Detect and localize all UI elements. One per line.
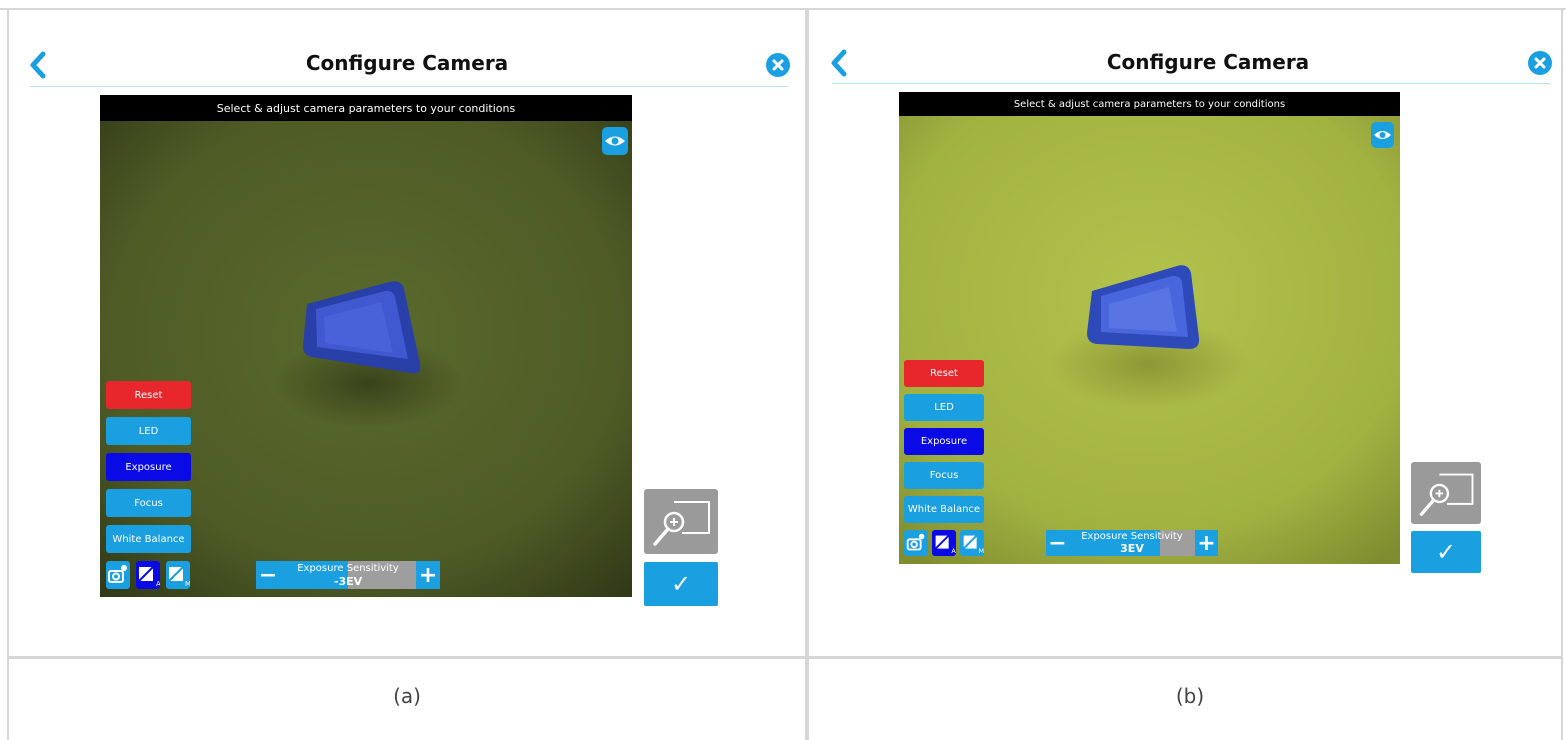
camera-settings-button[interactable] bbox=[106, 561, 130, 589]
preview-toggle-button[interactable] bbox=[1371, 122, 1394, 148]
manual-exposure-icon: M bbox=[168, 566, 191, 588]
camera-viewport: Select & adjust camera parameters to you… bbox=[899, 92, 1400, 564]
close-icon bbox=[1534, 57, 1546, 69]
camera-settings-icon bbox=[108, 565, 127, 583]
reset-button[interactable]: Reset bbox=[106, 381, 191, 409]
eye-icon bbox=[605, 136, 625, 146]
caption-a: (a) bbox=[393, 684, 421, 708]
decrease-exposure-button[interactable]: − bbox=[256, 561, 280, 589]
exposure-sensitivity-control: − Exposure Sensitivity -3EV + bbox=[256, 561, 440, 589]
white-balance-button[interactable]: White Balance bbox=[904, 496, 984, 523]
exposure-button[interactable]: Exposure bbox=[106, 453, 191, 481]
zoom-button[interactable] bbox=[644, 489, 718, 554]
page-title: Configure Camera bbox=[305, 51, 509, 75]
close-button[interactable] bbox=[1528, 51, 1552, 75]
camera-settings-icon bbox=[906, 533, 925, 551]
focus-button[interactable]: Focus bbox=[106, 489, 191, 517]
focus-button[interactable]: Focus bbox=[904, 462, 984, 489]
svg-text:M: M bbox=[979, 547, 985, 555]
panel-b: Configure Camera Select & adjust camera … bbox=[810, 10, 1566, 656]
preview-toggle-button[interactable] bbox=[602, 127, 628, 155]
exposure-sensitivity-control: − Exposure Sensitivity 3EV + bbox=[1046, 530, 1220, 556]
zoom-in-icon bbox=[653, 501, 710, 546]
page-title: Configure Camera bbox=[1106, 50, 1310, 74]
auto-exposure-icon: A bbox=[934, 534, 956, 555]
header-divider bbox=[30, 86, 788, 87]
camera-viewport: Select & adjust camera parameters to you… bbox=[100, 95, 632, 597]
svg-text:M: M bbox=[185, 580, 190, 588]
zoom-button[interactable] bbox=[1411, 462, 1481, 524]
exposure-sensitivity-label: Exposure Sensitivity bbox=[1081, 531, 1183, 542]
confirm-button[interactable]: ✓ bbox=[644, 562, 718, 606]
close-button[interactable] bbox=[766, 53, 790, 77]
exposure-sensitivity-slider[interactable]: Exposure Sensitivity -3EV bbox=[280, 561, 416, 589]
panel-a: Configure Camera Select & adjust camera … bbox=[9, 10, 805, 656]
frame-caption-divider bbox=[7, 656, 1563, 659]
close-icon bbox=[772, 59, 784, 71]
zoom-in-icon bbox=[1419, 473, 1474, 516]
frame-center-divider bbox=[805, 8, 809, 740]
svg-text:A: A bbox=[951, 547, 956, 555]
auto-exposure-button[interactable]: A bbox=[932, 530, 956, 556]
white-balance-button[interactable]: White Balance bbox=[106, 525, 191, 553]
manual-exposure-icon: M bbox=[962, 534, 985, 555]
manual-exposure-button[interactable]: M bbox=[166, 561, 191, 589]
exposure-sensitivity-value: 3EV bbox=[1120, 542, 1144, 555]
exposure-sensitivity-value: -3EV bbox=[333, 575, 363, 588]
auto-exposure-icon: A bbox=[138, 566, 161, 588]
caption-b: (b) bbox=[1175, 684, 1205, 708]
increase-exposure-button[interactable]: + bbox=[1195, 530, 1218, 556]
led-button[interactable]: LED bbox=[904, 394, 984, 421]
decrease-exposure-button[interactable]: − bbox=[1046, 530, 1069, 556]
camera-banner: Select & adjust camera parameters to you… bbox=[100, 95, 632, 121]
exposure-button[interactable]: Exposure bbox=[904, 428, 984, 455]
exposure-sensitivity-label: Exposure Sensitivity bbox=[297, 563, 399, 574]
led-button[interactable]: LED bbox=[106, 417, 191, 445]
svg-text:A: A bbox=[156, 580, 160, 588]
auto-exposure-button[interactable]: A bbox=[136, 561, 161, 589]
header-divider bbox=[832, 83, 1550, 84]
manual-exposure-button[interactable]: M bbox=[960, 530, 984, 556]
confirm-button[interactable]: ✓ bbox=[1411, 531, 1481, 573]
increase-exposure-button[interactable]: + bbox=[416, 561, 440, 589]
reset-button[interactable]: Reset bbox=[904, 360, 984, 387]
camera-banner: Select & adjust camera parameters to you… bbox=[899, 92, 1400, 116]
camera-settings-button[interactable] bbox=[904, 530, 928, 556]
eye-icon bbox=[1374, 131, 1391, 139]
exposure-sensitivity-slider[interactable]: Exposure Sensitivity 3EV bbox=[1069, 530, 1195, 556]
